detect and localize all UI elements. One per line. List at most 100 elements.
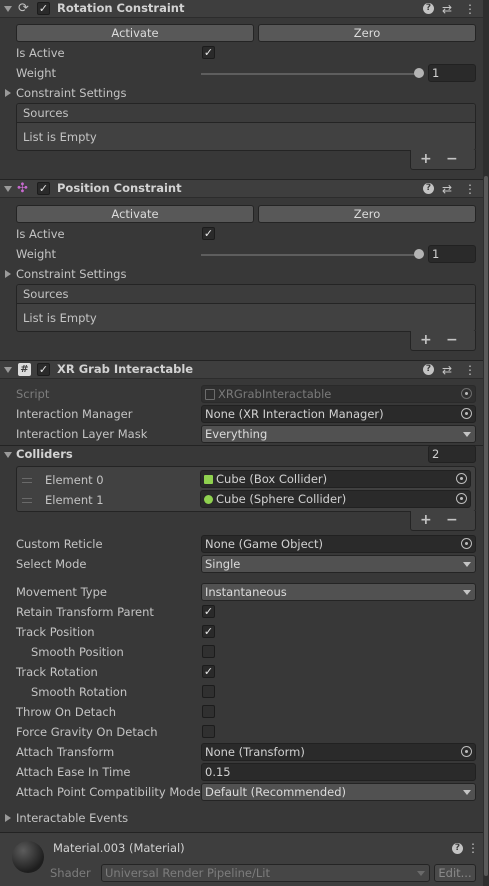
sources-list-footer: + − — [410, 331, 476, 351]
script-value: XRGrabInteractable — [218, 387, 332, 401]
remove-element-button[interactable]: − — [446, 513, 458, 527]
component-title: Position Constraint — [57, 181, 182, 195]
weight-field[interactable]: 1 — [428, 64, 476, 82]
retain-transform-parent-checkbox[interactable]: ✓ — [202, 605, 215, 618]
rotation-constraint-icon: ⟳ — [18, 1, 29, 16]
foldout-arrow-icon[interactable] — [4, 6, 12, 12]
context-menu-icon[interactable]: ⋮ — [464, 363, 476, 377]
preset-settings-icon[interactable]: ⇄ — [442, 363, 452, 377]
activate-button[interactable]: Activate — [16, 205, 254, 223]
colliders-foldout[interactable]: Colliders — [16, 447, 73, 461]
weight-field[interactable]: 1 — [428, 245, 476, 263]
rotation-constraint-enabled-checkbox[interactable]: ✓ — [37, 2, 50, 15]
weight-slider-thumb[interactable] — [414, 249, 424, 259]
dropdown-arrow-icon — [463, 590, 471, 595]
object-picker-icon[interactable] — [461, 408, 472, 419]
element-0-field[interactable]: Cube (Box Collider) — [200, 470, 471, 488]
element-1-field[interactable]: Cube (Sphere Collider) — [200, 490, 471, 508]
smooth-rotation-checkbox[interactable] — [202, 685, 215, 698]
sources-label: Sources — [23, 287, 69, 301]
activate-button[interactable]: Activate — [16, 24, 254, 42]
interaction-layer-mask-value: Everything — [205, 427, 268, 441]
drag-handle-icon[interactable] — [22, 478, 32, 483]
attach-compat-dropdown[interactable]: Default (Recommended) — [201, 783, 476, 801]
foldout-arrow-icon[interactable] — [4, 452, 12, 458]
select-mode-dropdown[interactable]: Single — [201, 555, 476, 573]
context-menu-icon[interactable]: ⋮ — [464, 182, 476, 196]
interactable-events-foldout[interactable]: Interactable Events — [16, 811, 128, 825]
script-label: Script — [16, 387, 50, 401]
rotation-constraint-header[interactable]: ⟳ ✓ Rotation Constraint ? ⇄ ⋮ — [0, 0, 483, 18]
track-position-checkbox[interactable]: ✓ — [202, 625, 215, 638]
colliders-count-field[interactable]: 2 — [428, 445, 476, 463]
xr-grab-enabled-checkbox[interactable]: ✓ — [37, 363, 50, 376]
preset-settings-icon[interactable]: ⇄ — [442, 2, 452, 16]
element-0-value: Cube (Box Collider) — [216, 472, 328, 486]
is-active-checkbox[interactable]: ✓ — [202, 46, 215, 59]
scrollbar-thumb[interactable] — [484, 176, 488, 876]
xr-grab-interactable-header[interactable]: # ✓ XR Grab Interactable ? ⇄ ⋮ — [0, 360, 483, 379]
weight-slider-track[interactable] — [201, 254, 419, 256]
sources-label: Sources — [23, 106, 69, 120]
script-icon: # — [18, 363, 31, 376]
zero-button[interactable]: Zero — [258, 24, 476, 42]
is-active-label: Is Active — [16, 46, 65, 60]
drag-handle-icon[interactable] — [22, 498, 32, 503]
edit-shader-button[interactable]: Edit... — [434, 864, 476, 882]
sphere-collider-icon — [204, 495, 213, 504]
custom-reticle-field[interactable]: None (Game Object) — [201, 535, 476, 553]
position-constraint-header[interactable]: ✣ ✓ Position Constraint ? ⇄ ⋮ — [0, 179, 483, 198]
component-title: XR Grab Interactable — [57, 362, 194, 376]
foldout-arrow-icon[interactable] — [5, 270, 11, 278]
weight-slider-thumb[interactable] — [414, 68, 424, 78]
is-active-checkbox[interactable]: ✓ — [202, 227, 215, 240]
context-menu-icon[interactable]: ⋮ — [464, 2, 476, 16]
track-position-label: Track Position — [16, 625, 95, 639]
foldout-arrow-icon[interactable] — [5, 89, 11, 97]
object-picker-icon[interactable] — [456, 473, 467, 484]
foldout-arrow-icon[interactable] — [5, 814, 11, 822]
custom-reticle-value: None (Game Object) — [205, 537, 323, 551]
attach-ease-field[interactable]: 0.15 — [201, 763, 476, 781]
colliders-list: Element 0 Cube (Box Collider) Element 1 … — [16, 466, 476, 512]
shader-dropdown[interactable]: Universal Render Pipeline/Lit — [101, 864, 430, 882]
throw-on-detach-label: Throw On Detach — [16, 705, 116, 719]
attach-compat-label: Attach Point Compatibility Mode — [16, 785, 201, 799]
attach-transform-field[interactable]: None (Transform) — [201, 743, 476, 761]
position-constraint-enabled-checkbox[interactable]: ✓ — [37, 182, 50, 195]
throw-on-detach-checkbox[interactable] — [202, 705, 215, 718]
zero-button[interactable]: Zero — [258, 205, 476, 223]
element-1-value: Cube (Sphere Collider) — [216, 492, 347, 506]
interaction-manager-value: None (XR Interaction Manager) — [205, 407, 384, 421]
interaction-manager-field[interactable]: None (XR Interaction Manager) — [201, 405, 476, 423]
object-picker-icon[interactable] — [456, 493, 467, 504]
add-element-button[interactable]: + — [420, 513, 432, 527]
dropdown-arrow-icon — [463, 562, 471, 567]
preset-settings-icon[interactable]: ⇄ — [442, 182, 452, 196]
help-icon[interactable]: ? — [423, 183, 434, 194]
context-menu-icon[interactable]: ⋮ — [467, 841, 479, 855]
help-icon[interactable]: ? — [423, 364, 434, 375]
force-gravity-checkbox[interactable] — [202, 725, 215, 738]
foldout-arrow-icon[interactable] — [4, 186, 12, 192]
foldout-arrow-icon[interactable] — [4, 367, 12, 373]
select-mode-label: Select Mode — [16, 557, 87, 571]
add-element-button[interactable]: + — [420, 333, 432, 347]
track-rotation-checkbox[interactable]: ✓ — [202, 665, 215, 678]
constraint-settings-foldout[interactable]: Constraint Settings — [16, 267, 126, 281]
object-picker-icon[interactable] — [461, 538, 472, 549]
movement-type-dropdown[interactable]: Instantaneous — [201, 583, 476, 601]
remove-element-button[interactable]: − — [446, 152, 458, 166]
object-picker-icon[interactable] — [461, 746, 472, 757]
interaction-layer-mask-label: Interaction Layer Mask — [16, 427, 148, 441]
dropdown-arrow-icon — [463, 432, 471, 437]
constraint-settings-foldout[interactable]: Constraint Settings — [16, 86, 126, 100]
help-icon[interactable]: ? — [452, 843, 463, 854]
weight-slider-track[interactable] — [201, 73, 419, 75]
add-element-button[interactable]: + — [420, 152, 432, 166]
track-rotation-label: Track Rotation — [16, 665, 98, 679]
interaction-layer-mask-dropdown[interactable]: Everything — [201, 425, 476, 443]
remove-element-button[interactable]: − — [446, 333, 458, 347]
help-icon[interactable]: ? — [423, 3, 434, 14]
smooth-position-checkbox[interactable] — [202, 645, 215, 658]
